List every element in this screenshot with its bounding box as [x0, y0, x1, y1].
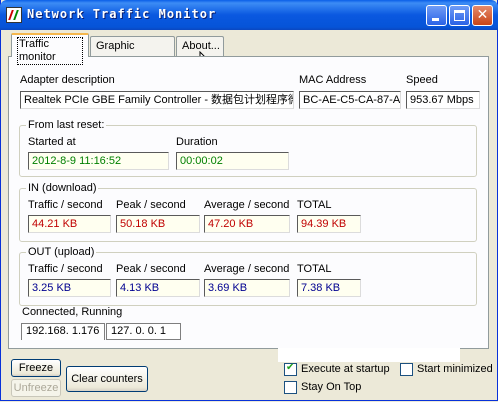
interface-tab-192-168-1-176[interactable]: 192.168. 1.176: [21, 323, 105, 340]
in-average-label: Average / second: [204, 199, 290, 211]
started-at-field[interactable]: 2012-8-9 11:16:52: [28, 152, 169, 170]
stay-on-top-checkbox[interactable]: [284, 381, 297, 394]
start-minimized-label: Start minimized: [417, 363, 493, 375]
out-traffic-field[interactable]: 3.25 KB: [28, 279, 111, 297]
adapter-description-field[interactable]: Realtek PCIe GBE Family Controller - 数据包…: [20, 91, 294, 109]
started-at-label: Started at: [28, 136, 76, 148]
in-total-field[interactable]: 94.39 KB: [297, 215, 361, 233]
mac-address-label: MAC Address: [299, 74, 367, 86]
maximize-icon: [454, 10, 465, 21]
execute-at-startup-checkbox[interactable]: [284, 362, 297, 376]
adapter-description-label: Adapter description: [20, 74, 115, 86]
options-backdrop: [278, 348, 460, 362]
in-download-title: IN (download): [26, 182, 99, 194]
stay-on-top-label: Stay On Top: [301, 381, 362, 393]
in-download-group: IN (download) Traffic / second 44.21 KB …: [19, 182, 477, 242]
clear-counters-button[interactable]: Clear counters: [66, 366, 148, 392]
from-last-reset-title: From last reset:: [26, 119, 107, 131]
out-peak-label: Peak / second: [116, 263, 186, 275]
duration-label: Duration: [176, 136, 218, 148]
out-peak-field[interactable]: 4.13 KB: [116, 279, 200, 297]
interface-tab-127-0-0-1[interactable]: 127. 0. 0. 1: [106, 323, 181, 340]
unfreeze-button[interactable]: Unfreeze: [11, 379, 61, 397]
freeze-button[interactable]: Freeze: [11, 359, 61, 377]
mac-address-field[interactable]: BC-AE-C5-CA-87-A5: [299, 91, 401, 109]
in-traffic-field[interactable]: 44.21 KB: [28, 215, 111, 233]
out-total-label: TOTAL: [297, 263, 332, 275]
close-icon: ✕: [476, 7, 489, 23]
out-average-field[interactable]: 3.69 KB: [204, 279, 290, 297]
app-icon: [6, 7, 22, 23]
tab-graphic-monitor[interactable]: Graphic Monitor: [90, 36, 175, 71]
status-text: Connected, Running: [22, 306, 123, 318]
window-title: Network Traffic Monitor: [27, 7, 217, 21]
close-button[interactable]: ✕: [472, 5, 493, 26]
title-bar[interactable]: Network Traffic Monitor ✕: [0, 0, 498, 30]
tab-traffic-monitor[interactable]: Traffic monitor: [11, 33, 89, 65]
minimize-button[interactable]: [426, 5, 447, 26]
from-last-reset-group: From last reset: Started at 2012-8-9 11:…: [19, 119, 477, 177]
speed-label: Speed: [406, 74, 438, 86]
in-total-label: TOTAL: [297, 199, 332, 211]
start-minimized-checkbox[interactable]: [400, 363, 413, 376]
speed-field[interactable]: 953.67 Mbps: [406, 91, 480, 109]
execute-at-startup-label: Execute at startup: [301, 363, 390, 375]
maximize-button[interactable]: [449, 5, 470, 26]
minimize-icon: [432, 18, 439, 21]
in-traffic-label: Traffic / second: [28, 199, 103, 211]
traffic-monitor-panel: Adapter description Realtek PCIe GBE Fam…: [8, 56, 489, 349]
duration-field[interactable]: 00:00:02: [176, 152, 289, 170]
out-total-field[interactable]: 7.38 KB: [297, 279, 361, 297]
out-average-label: Average / second: [204, 263, 290, 275]
out-upload-group: OUT (upload) Traffic / second 3.25 KB Pe…: [19, 246, 477, 306]
in-peak-field[interactable]: 50.18 KB: [116, 215, 200, 233]
in-peak-label: Peak / second: [116, 199, 186, 211]
out-upload-title: OUT (upload): [26, 246, 97, 258]
in-average-field[interactable]: 47.20 KB: [204, 215, 290, 233]
out-traffic-label: Traffic / second: [28, 263, 103, 275]
